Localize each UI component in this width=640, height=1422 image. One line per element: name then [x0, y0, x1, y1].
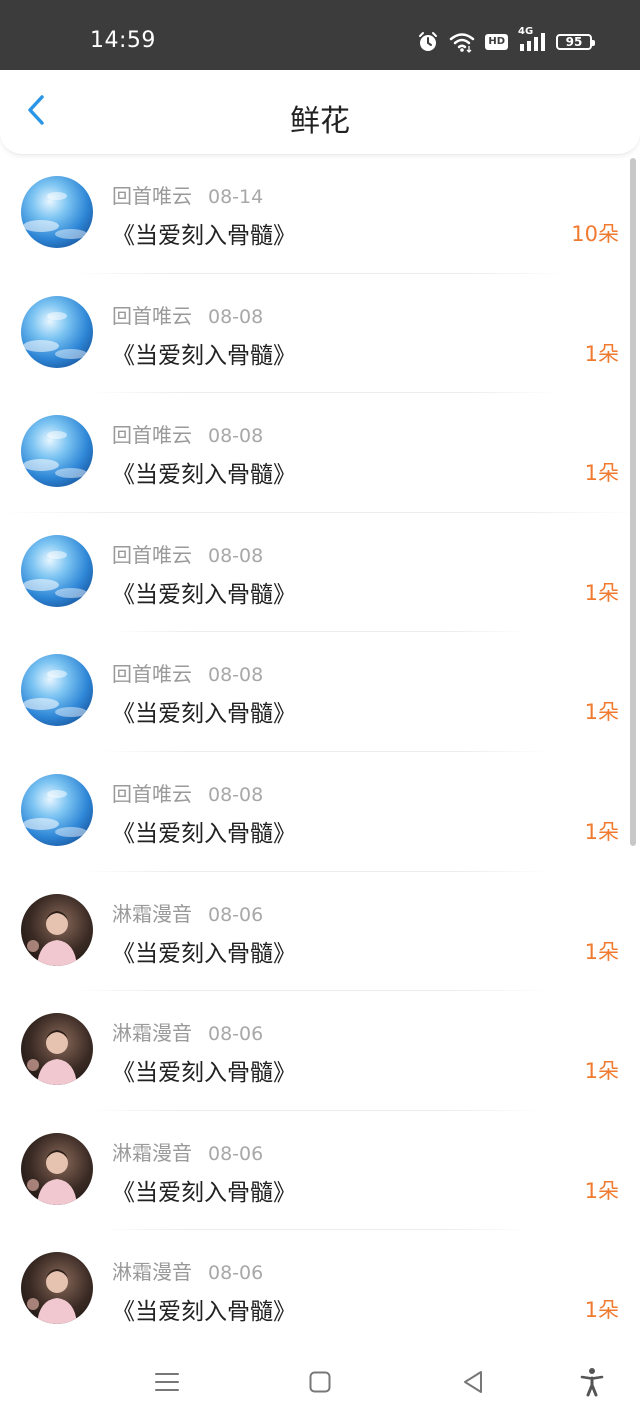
- list-item[interactable]: 回首唯云 08-08 《当爱刻入骨髓》 1朵: [0, 632, 640, 752]
- user-name: 回首唯云: [112, 662, 192, 687]
- flower-count: 1朵: [584, 461, 619, 486]
- item-date: 08-06: [208, 1142, 264, 1165]
- item-date: 08-08: [208, 783, 264, 806]
- menu-button[interactable]: [147, 1366, 187, 1402]
- book-title: 《当爱刻入骨髓》: [112, 462, 296, 489]
- flower-count: 1朵: [584, 1298, 619, 1323]
- flower-count: 10朵: [571, 222, 619, 246]
- user-name: 回首唯云: [112, 303, 192, 328]
- list-item[interactable]: 淋霜漫音 08-06 《当爱刻入骨髓》 1朵: [0, 991, 640, 1111]
- user-name: 淋霜漫音: [112, 1140, 192, 1165]
- user-name: 回首唯云: [112, 542, 192, 567]
- home-square-icon: [308, 1370, 332, 1398]
- item-date: 08-08: [208, 544, 264, 567]
- list-item[interactable]: 回首唯云 08-08 《当爱刻入骨髓》 1朵: [0, 513, 640, 633]
- system-nav-bar: [0, 1346, 640, 1422]
- menu-icon: [154, 1370, 180, 1398]
- status-time: 14:59: [90, 28, 156, 53]
- list-item[interactable]: 回首唯云 08-14 《当爱刻入骨髓》 10朵: [0, 154, 640, 274]
- sky-avatar[interactable]: [21, 654, 93, 727]
- book-title: 《当爱刻入骨髓》: [112, 820, 296, 847]
- status-icons: HD 4G 95: [417, 27, 595, 54]
- flower-count: 1朵: [584, 819, 619, 844]
- back-nav-button[interactable]: [453, 1366, 493, 1402]
- item-date: 08-06: [208, 1023, 264, 1046]
- user-name: 回首唯云: [112, 184, 192, 208]
- back-triangle-icon: [461, 1369, 485, 1399]
- book-title: 《当爱刻入骨髓》: [112, 342, 296, 369]
- item-date: 08-08: [208, 664, 264, 687]
- user-name: 回首唯云: [112, 423, 192, 448]
- flower-count: 1朵: [584, 580, 619, 605]
- flower-count: 1朵: [584, 341, 619, 366]
- list-item[interactable]: 淋霜漫音 08-06 《当爱刻入骨髓》 1朵: [0, 1230, 640, 1346]
- status-bar: 14:59 HD 4G 95: [0, 0, 640, 70]
- user-name: 淋霜漫音: [112, 1260, 192, 1285]
- list-item[interactable]: 回首唯云 08-08 《当爱刻入骨髓》 1朵: [0, 752, 640, 872]
- flower-list: 回首唯云 08-14 《当爱刻入骨髓》 10朵 回首唯云 08-08 《当爱刻入骨髓…: [0, 154, 640, 1346]
- item-date: 08-08: [208, 305, 264, 328]
- book-title: 《当爱刻入骨髓》: [112, 940, 296, 967]
- page-title: 鲜花: [290, 104, 350, 139]
- flower-count: 1朵: [584, 1059, 619, 1084]
- book-title: 《当爱刻入骨髓》: [112, 581, 296, 608]
- accessibility-button[interactable]: [572, 1366, 612, 1402]
- book-title: 《当爱刻入骨髓》: [112, 1060, 296, 1087]
- user-name: 淋霜漫音: [112, 1021, 192, 1046]
- person-avatar[interactable]: [21, 1013, 93, 1086]
- header-bar: 鲜花: [0, 70, 640, 155]
- person-avatar[interactable]: [21, 893, 93, 966]
- sky-avatar[interactable]: [21, 295, 93, 368]
- list-item[interactable]: 回首唯云 08-08 《当爱刻入骨髓》 1朵: [0, 393, 640, 513]
- alarm-icon: [417, 31, 439, 53]
- list-item[interactable]: 淋霜漫音 08-06 《当爱刻入骨髓》 1朵: [0, 872, 640, 992]
- sky-avatar[interactable]: [21, 773, 93, 846]
- scrollbar[interactable]: [630, 158, 636, 846]
- person-avatar[interactable]: [21, 1252, 93, 1325]
- list-item[interactable]: 回首唯云 08-08 《当爱刻入骨髓》 1朵: [0, 274, 640, 394]
- book-title: 《当爱刻入骨髓》: [112, 223, 296, 249]
- hd-icon: HD: [485, 34, 508, 50]
- list-item[interactable]: 淋霜漫音 08-06 《当爱刻入骨髓》 1朵: [0, 1111, 640, 1231]
- network-label: 4G: [518, 26, 534, 37]
- flower-count: 1朵: [584, 939, 619, 964]
- book-title: 《当爱刻入骨髓》: [112, 1179, 296, 1206]
- accessibility-icon: [580, 1367, 604, 1401]
- item-date: 08-14: [208, 186, 264, 208]
- battery-icon: 95: [556, 34, 595, 50]
- person-avatar[interactable]: [21, 1132, 93, 1205]
- flower-count: 1朵: [584, 1178, 619, 1203]
- sky-avatar[interactable]: [21, 415, 93, 488]
- item-date: 08-08: [208, 425, 264, 448]
- sky-avatar[interactable]: [21, 176, 93, 248]
- item-date: 08-06: [208, 903, 264, 926]
- flower-count: 1朵: [584, 700, 619, 725]
- user-name: 回首唯云: [112, 781, 192, 806]
- sky-avatar[interactable]: [21, 534, 93, 607]
- signal-icon: 4G: [518, 27, 546, 53]
- book-title: 《当爱刻入骨髓》: [112, 701, 296, 728]
- book-title: 《当爱刻入骨髓》: [112, 1299, 296, 1326]
- wifi-icon: [449, 31, 475, 53]
- home-button[interactable]: [300, 1366, 340, 1402]
- item-date: 08-06: [208, 1262, 264, 1285]
- user-name: 淋霜漫音: [112, 901, 192, 926]
